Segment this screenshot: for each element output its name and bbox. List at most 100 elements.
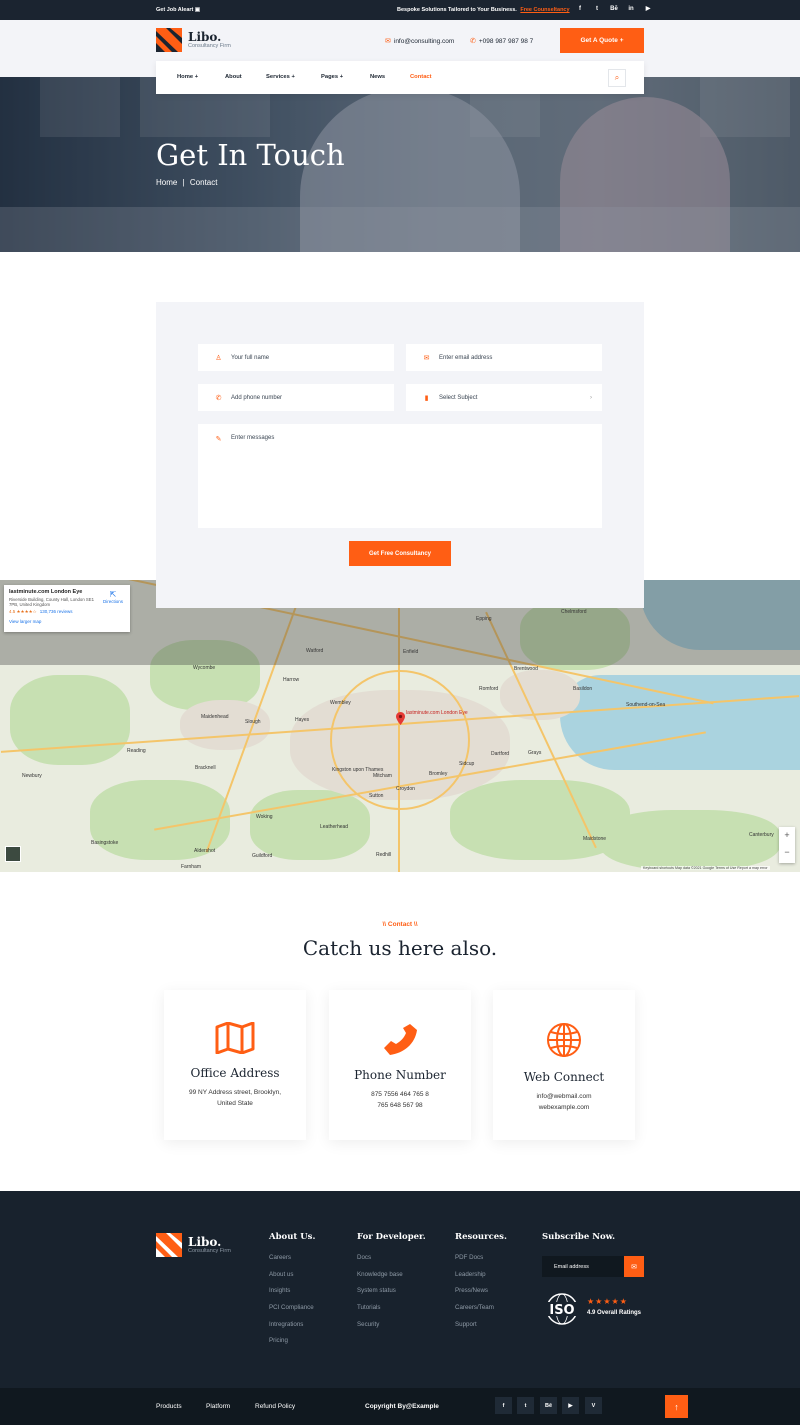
message-textarea[interactable]: ✎ Enter messages (198, 424, 602, 528)
footer-link[interactable]: About us (269, 1271, 315, 1288)
bottom-link-refund-policy[interactable]: Refund Policy (255, 1403, 295, 1410)
map-place: Wembley (330, 700, 351, 706)
view-larger-map-link[interactable]: View larger map (9, 619, 125, 624)
phone-field[interactable]: ✆ Add phone number (198, 384, 394, 411)
map-icon (215, 1022, 255, 1054)
footer-link[interactable]: Knowledge base (357, 1271, 426, 1288)
phone-icon: ✆ (470, 38, 476, 45)
place-address: Riverside Building, County Hall, London … (9, 597, 95, 607)
footer-link[interactable]: System status (357, 1287, 426, 1304)
linkedin-icon[interactable]: in (627, 5, 635, 14)
map-place: Dartford (491, 751, 510, 757)
footer-link[interactable]: Pricing (269, 1337, 315, 1354)
get-quote-button[interactable]: Get A Quote + (560, 28, 644, 53)
bottom-link-platform[interactable]: Platform (206, 1403, 230, 1410)
nav-about[interactable]: About (225, 74, 242, 80)
footer-link[interactable]: Tutorials (357, 1304, 426, 1321)
map-place: Bracknell (195, 765, 216, 771)
overall-rating: 4.9 Overall Ratings (587, 1310, 642, 1316)
nav-home[interactable]: Home + (177, 74, 198, 80)
topbar-tagline: Bespoke Solutions Tailored to Your Busin… (397, 7, 570, 13)
name-field[interactable]: ♙ Your full name (198, 344, 394, 371)
section-title: Catch us here also. (302, 936, 498, 960)
phone-icon: ✆ (215, 394, 222, 402)
facebook-icon[interactable]: f (576, 5, 584, 14)
footer-logo[interactable]: Libo. Consultancy Firm (156, 1233, 231, 1257)
footer-developer-column: For Developer. Docs Knowledge base Syste… (357, 1232, 426, 1337)
map-pin-icon[interactable] (396, 712, 405, 725)
footer-brand-tagline: Consultancy Firm (188, 1248, 231, 1254)
job-alert-link[interactable]: Get Job Aleart ▣ (156, 7, 200, 13)
arrow-up-icon: ↑ (674, 1401, 679, 1412)
map-place: Redhill (376, 852, 392, 858)
place-rating: 4.5 ★★★★☆ 130,736 reviews (9, 609, 125, 615)
header-email[interactable]: ✉ info@consulting.com (385, 37, 454, 46)
phone-placeholder: Add phone number (231, 394, 283, 401)
map-place: Basingstoke (91, 840, 119, 846)
footer-link[interactable]: PCI Compliance (269, 1304, 315, 1321)
map-zoom-control: + − (779, 827, 795, 863)
subject-select[interactable]: ▮ Select Subject › (406, 384, 602, 411)
free-counseltancy-link[interactable]: Free Counseltancy (520, 7, 569, 13)
zoom-out-button[interactable]: − (779, 844, 795, 861)
search-button[interactable]: ⌕ (608, 69, 626, 87)
email-field[interactable]: ✉ Enter email address (406, 344, 602, 371)
zoom-in-button[interactable]: + (779, 827, 795, 844)
nav-contact[interactable]: Contact (410, 74, 432, 80)
map-place: Hayes (295, 717, 310, 723)
footer-link[interactable]: Security (357, 1321, 426, 1338)
footer-about-column: About Us. Careers About us Insights PCI … (269, 1232, 315, 1354)
footer-link[interactable]: PDF Docs (455, 1254, 507, 1271)
logo[interactable]: Libo. Consultancy Firm (156, 28, 231, 52)
hero-banner: Get In Touch Home | Contact (0, 77, 800, 252)
reviews-link[interactable]: 130,736 reviews (40, 609, 73, 614)
footer-link[interactable]: Support (455, 1321, 507, 1338)
map-place: Maidstone (583, 836, 607, 842)
breadcrumb-separator: | (182, 178, 185, 187)
footer-link[interactable]: Leadership (455, 1271, 507, 1288)
subscribe-email-input[interactable]: Email address (542, 1256, 624, 1277)
directions-button[interactable]: ⇱ Directions (103, 590, 123, 604)
behance-icon[interactable]: Bē (540, 1397, 557, 1414)
card-line: info@webmail.com (536, 1093, 592, 1100)
behance-icon[interactable]: Bē (610, 5, 618, 14)
mail-icon: ✉ (385, 38, 391, 45)
nav-news[interactable]: News (370, 74, 385, 80)
directions-label: Directions (102, 599, 123, 604)
map-place: Sutton (369, 793, 384, 799)
footer-link[interactable]: Insights (269, 1287, 315, 1304)
envelope-icon: ✉ (423, 354, 430, 362)
footer-about-title: About Us. (269, 1232, 316, 1242)
map-place: Brentwood (514, 666, 538, 672)
iso-text: ISO (549, 1303, 574, 1318)
card-line: 99 NY Address street, Brooklyn, (188, 1089, 281, 1096)
bottom-link-products[interactable]: Products (156, 1403, 182, 1410)
nav-services[interactable]: Services + (266, 74, 295, 80)
footer-link[interactable]: Intregrations (269, 1321, 315, 1338)
nav-pages[interactable]: Pages + (321, 74, 343, 80)
footer-link[interactable]: Careers (269, 1254, 315, 1271)
youtube-icon[interactable]: ▶ (644, 5, 652, 14)
map-credits: Keyboard shortcuts Map data ©2021 Google… (641, 866, 770, 870)
footer-link[interactable]: Careers/Team (455, 1304, 507, 1321)
footer-link[interactable]: Press/News (455, 1287, 507, 1304)
subscribe-button[interactable]: ✉ (624, 1256, 644, 1277)
get-free-consultancy-button[interactable]: Get Free Consultancy (349, 541, 451, 566)
breadcrumb-current: Contact (189, 178, 218, 187)
footer-link[interactable]: Docs (357, 1254, 426, 1271)
vimeo-icon[interactable]: V (585, 1397, 602, 1414)
header-phone-text: +098 987 987 98 7 (478, 37, 534, 45)
youtube-icon[interactable]: ▶ (562, 1397, 579, 1414)
map-place: Croydon (396, 786, 415, 792)
breadcrumb-home[interactable]: Home (156, 178, 177, 187)
header-phone[interactable]: ✆ +098 987 987 98 7 (470, 37, 534, 46)
scroll-to-top-button[interactable]: ↑ (665, 1395, 688, 1418)
chevron-right-icon: › (590, 394, 592, 401)
twitter-icon[interactable]: t (517, 1397, 534, 1414)
map-satellite-toggle[interactable] (5, 846, 21, 862)
map-place: Slough (245, 719, 261, 725)
facebook-icon[interactable]: f (495, 1397, 512, 1414)
brand-tagline: Consultancy Firm (188, 43, 231, 49)
twitter-icon[interactable]: t (593, 5, 601, 14)
rating-stars: ★★★★★ (587, 1297, 628, 1306)
